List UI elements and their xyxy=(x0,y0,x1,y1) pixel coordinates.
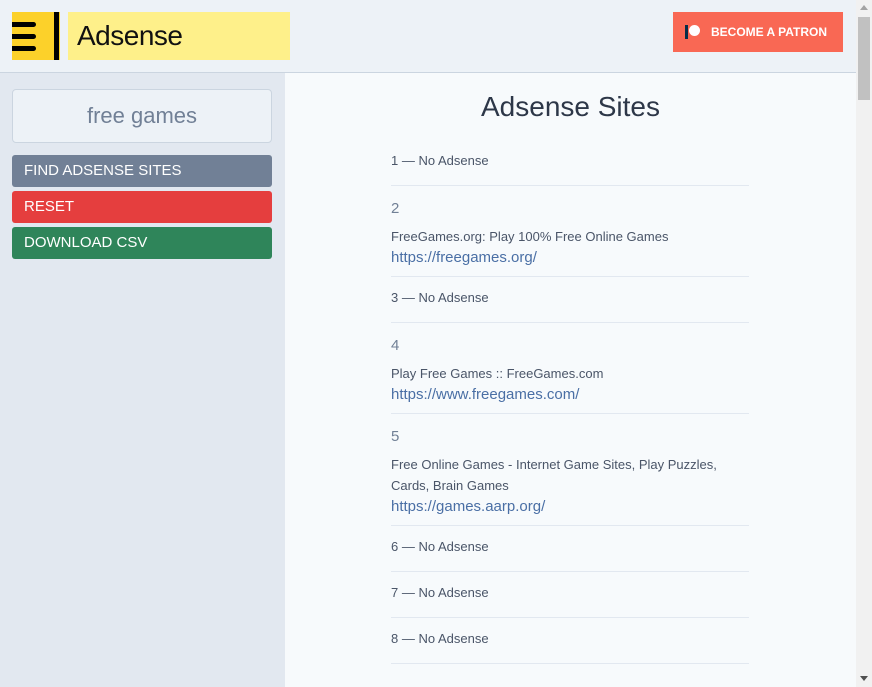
find-adsense-sites-button[interactable]: FIND ADSENSE SITES xyxy=(12,155,272,187)
reset-button[interactable]: RESET xyxy=(12,191,272,223)
result-item: 3 — No Adsense xyxy=(391,277,749,323)
scrollbar-thumb[interactable] xyxy=(858,17,870,100)
result-title: Play Free Games :: FreeGames.com xyxy=(391,366,604,381)
scroll-down-icon[interactable] xyxy=(860,676,868,681)
result-number: 5 xyxy=(391,428,400,445)
result-number: 4 xyxy=(391,337,400,354)
become-patron-button[interactable]: BECOME A PATRON xyxy=(673,12,843,52)
patron-label: BECOME A PATRON xyxy=(711,25,827,39)
result-item: 7 — No Adsense xyxy=(391,572,749,618)
result-item: 5 Free Online Games - Internet Game Sites… xyxy=(391,414,749,526)
result-text: 6 — No Adsense xyxy=(391,539,489,554)
main-content: Adsense Sites 1 — No Adsense 2 FreeGames.o… xyxy=(285,73,856,687)
result-text: 8 — No Adsense xyxy=(391,631,489,646)
scrollbar[interactable] xyxy=(856,0,872,687)
header: Adsense Checker BECOME A PATRON xyxy=(0,0,856,99)
result-item: 8 — No Adsense xyxy=(391,618,749,664)
results-list: 1 — No Adsense 2 FreeGames.org: Play 100% … xyxy=(391,140,749,664)
result-item: 6 — No Adsense xyxy=(391,526,749,572)
result-text: 3 — No Adsense xyxy=(391,290,489,305)
result-url-link[interactable]: https://games.aarp.org/ xyxy=(391,498,749,515)
result-item: 1 — No Adsense xyxy=(391,140,749,186)
result-text: 1 — No Adsense xyxy=(391,153,489,168)
result-url-link[interactable]: https://freegames.org/ xyxy=(391,249,749,266)
search-input[interactable] xyxy=(12,89,272,143)
download-csv-button[interactable]: DOWNLOAD CSV xyxy=(12,227,272,259)
result-url-link[interactable]: https://www.freegames.com/ xyxy=(391,386,749,403)
patreon-icon xyxy=(685,25,703,39)
scroll-up-icon[interactable] xyxy=(860,5,868,10)
sidebar: FIND ADSENSE SITES RESET DOWNLOAD CSV xyxy=(0,73,285,687)
result-title: FreeGames.org: Play 100% Free Online Gam… xyxy=(391,229,669,244)
app-title: Adsense Checker xyxy=(68,12,290,99)
result-title: Free Online Games - Internet Game Sites,… xyxy=(391,457,717,493)
result-item: 2 FreeGames.org: Play 100% Free Online Ga… xyxy=(391,186,749,277)
logo-icon xyxy=(12,12,60,60)
page-title: Adsense Sites xyxy=(481,91,660,122)
result-item: 4Play Free Games :: FreeGames.comhttps:/… xyxy=(391,323,749,414)
result-number: 2 xyxy=(391,200,400,217)
result-text: 7 — No Adsense xyxy=(391,585,489,600)
